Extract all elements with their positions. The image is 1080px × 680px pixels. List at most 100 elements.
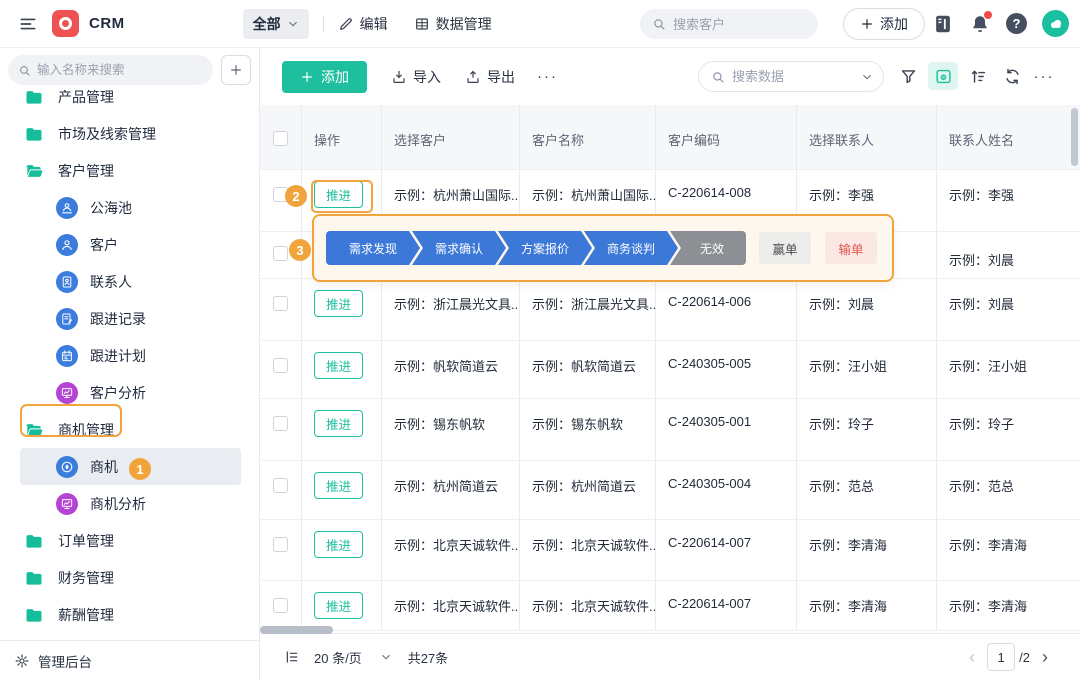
plus-icon <box>300 70 314 84</box>
top-header: CRM 全部 编辑 数据管理 添加 ? <box>0 0 1080 48</box>
advance-button[interactable]: 推进 <box>314 290 363 317</box>
next-page-button[interactable]: › <box>1034 647 1056 668</box>
table-row: 推进 示例：北京天诚软件... 示例：北京天诚软件... C-220614-00… <box>260 520 1080 581</box>
current-page-input[interactable]: 1 <box>987 643 1015 671</box>
refresh-icon[interactable] <box>1000 64 1024 88</box>
table-row: 推进 示例：浙江晨光文具... 示例：浙江晨光文具... C-220614-00… <box>260 279 1080 341</box>
row-checkbox[interactable] <box>273 598 288 613</box>
advance-button[interactable]: 推进 <box>314 410 363 437</box>
sidebar-item-product-manage[interactable]: 产品管理 <box>20 78 241 115</box>
sidebar-item-finance-manage[interactable]: 财务管理 <box>20 559 241 596</box>
chevron-down-icon[interactable] <box>380 651 392 663</box>
sidebar-item-customer-analysis[interactable]: 客户分析 <box>20 374 241 411</box>
hamburger-menu-icon[interactable] <box>18 14 38 34</box>
help-icon[interactable]: ? <box>1006 13 1027 34</box>
table-header-row: 操作 选择客户 客户名称 客户编码 选择联系人 联系人姓名 <box>260 105 1080 170</box>
plus-icon <box>229 63 243 77</box>
row-density-icon[interactable] <box>284 649 300 665</box>
vertical-scrollbar[interactable] <box>1071 108 1078 166</box>
sidebar-item-opportunity-analysis[interactable]: 商机分析 <box>20 485 241 522</box>
sidebar-item-salary-manage[interactable]: 薪酬管理 <box>20 596 241 633</box>
contact-card-icon <box>56 271 78 293</box>
select-all-checkbox[interactable] <box>273 131 288 146</box>
folder-icon <box>24 87 44 107</box>
header-add-button[interactable]: 添加 <box>843 8 925 40</box>
avatar-cloud-icon <box>1046 14 1066 34</box>
sidebar-item-customer[interactable]: 客户 <box>20 226 241 263</box>
total-pages: /2 <box>1019 650 1030 665</box>
row-checkbox[interactable] <box>273 478 288 493</box>
stage-demand-confirm[interactable]: 需求确认 <box>412 231 506 265</box>
export-button[interactable]: 导出 <box>465 67 515 87</box>
search-icon <box>711 70 725 84</box>
table-row: 推进 示例：锡东帆软 示例：锡东帆软 C-240305-001 示例：玲子 示例… <box>260 399 1080 461</box>
data-search-input[interactable] <box>732 69 854 84</box>
user-avatar[interactable] <box>1042 10 1069 37</box>
folder-icon <box>24 124 44 144</box>
address-book-icon[interactable] <box>932 13 954 35</box>
main-area: 添加 导入 导出 ··· ··· 操作 选择客户 客户名称 客户编码 选择联系人 <box>260 48 1080 680</box>
view-all-label: 全部 <box>253 14 281 34</box>
sidebar-item-customer-manage[interactable]: 客户管理 <box>20 152 241 189</box>
horizontal-scrollbar[interactable] <box>260 626 333 634</box>
data-manage-button[interactable]: 数据管理 <box>414 14 492 34</box>
total-count: 共27条 <box>408 648 448 667</box>
advance-button[interactable]: 推进 <box>314 352 363 379</box>
sidebar-search-input[interactable] <box>37 63 203 77</box>
advance-button[interactable]: 推进 <box>314 472 363 499</box>
sort-levels-icon[interactable] <box>966 64 990 88</box>
view-settings-icon[interactable] <box>928 62 958 90</box>
sidebar-item-market-leads-manage[interactable]: 市场及线索管理 <box>20 115 241 152</box>
row-checkbox[interactable] <box>273 246 288 261</box>
win-order-button[interactable]: 赢单 <box>759 232 811 264</box>
person-icon <box>56 234 78 256</box>
folder-icon <box>24 568 44 588</box>
sidebar-item-opportunity-manage[interactable]: 商机管理 <box>20 411 241 448</box>
pagination-bar: 20 条/页 共27条 ‹ 1 /2 › <box>260 633 1080 680</box>
advance-button[interactable]: 推进 <box>314 592 363 619</box>
advance-button[interactable]: 推进 <box>314 531 363 558</box>
sidebar-item-public-pool[interactable]: 公海池 <box>20 189 241 226</box>
stage-demand-discovery[interactable]: 需求发现 <box>326 231 420 265</box>
more-actions-button[interactable]: ··· <box>537 68 558 85</box>
view-all-dropdown[interactable]: 全部 <box>243 9 309 39</box>
table-toolbar: 添加 导入 导出 ··· ··· <box>260 48 1080 105</box>
chart-monitor-icon <box>56 382 78 404</box>
lose-order-button[interactable]: 输单 <box>825 232 877 264</box>
folder-open-icon <box>24 161 44 181</box>
stage-quotation[interactable]: 方案报价 <box>498 231 592 265</box>
admin-console-button[interactable]: 管理后台 <box>0 640 259 680</box>
annotation-badge-3: 3 <box>289 239 311 261</box>
data-search-box[interactable] <box>698 61 884 92</box>
filter-funnel-icon[interactable] <box>896 64 920 88</box>
column-header-select-contact: 选择联系人 <box>797 105 937 170</box>
toolbar-more-icon[interactable]: ··· <box>1032 64 1056 88</box>
advance-button[interactable]: 推进 <box>314 181 363 208</box>
sidebar-item-followup-record[interactable]: 跟进记录 <box>20 300 241 337</box>
import-icon <box>391 69 407 85</box>
sidebar-item-order-manage[interactable]: 订单管理 <box>20 522 241 559</box>
per-page-selector[interactable]: 20 条/页 <box>314 648 362 667</box>
row-checkbox[interactable] <box>273 296 288 311</box>
customer-search-box[interactable] <box>640 9 818 39</box>
search-icon <box>652 17 666 31</box>
row-checkbox[interactable] <box>273 537 288 552</box>
chart-monitor-icon <box>56 493 78 515</box>
column-header-action: 操作 <box>302 105 382 170</box>
sidebar-item-followup-plan[interactable]: 跟进计划 <box>20 337 241 374</box>
notification-bell-icon[interactable] <box>969 13 991 35</box>
pencil-icon <box>338 16 354 32</box>
search-icon <box>18 64 31 77</box>
add-record-button[interactable]: 添加 <box>282 61 367 93</box>
import-button[interactable]: 导入 <box>391 67 441 87</box>
prev-page-button[interactable]: ‹ <box>961 647 983 668</box>
edit-button[interactable]: 编辑 <box>338 14 388 34</box>
divider <box>323 16 324 32</box>
column-header-customer-name: 客户名称 <box>520 105 656 170</box>
stage-invalid[interactable]: 无效 <box>670 231 746 265</box>
sidebar-item-contact[interactable]: 联系人 <box>20 263 241 300</box>
row-checkbox[interactable] <box>273 416 288 431</box>
customer-search-input[interactable] <box>673 17 806 32</box>
stage-negotiation[interactable]: 商务谈判 <box>584 231 678 265</box>
row-checkbox[interactable] <box>273 358 288 373</box>
